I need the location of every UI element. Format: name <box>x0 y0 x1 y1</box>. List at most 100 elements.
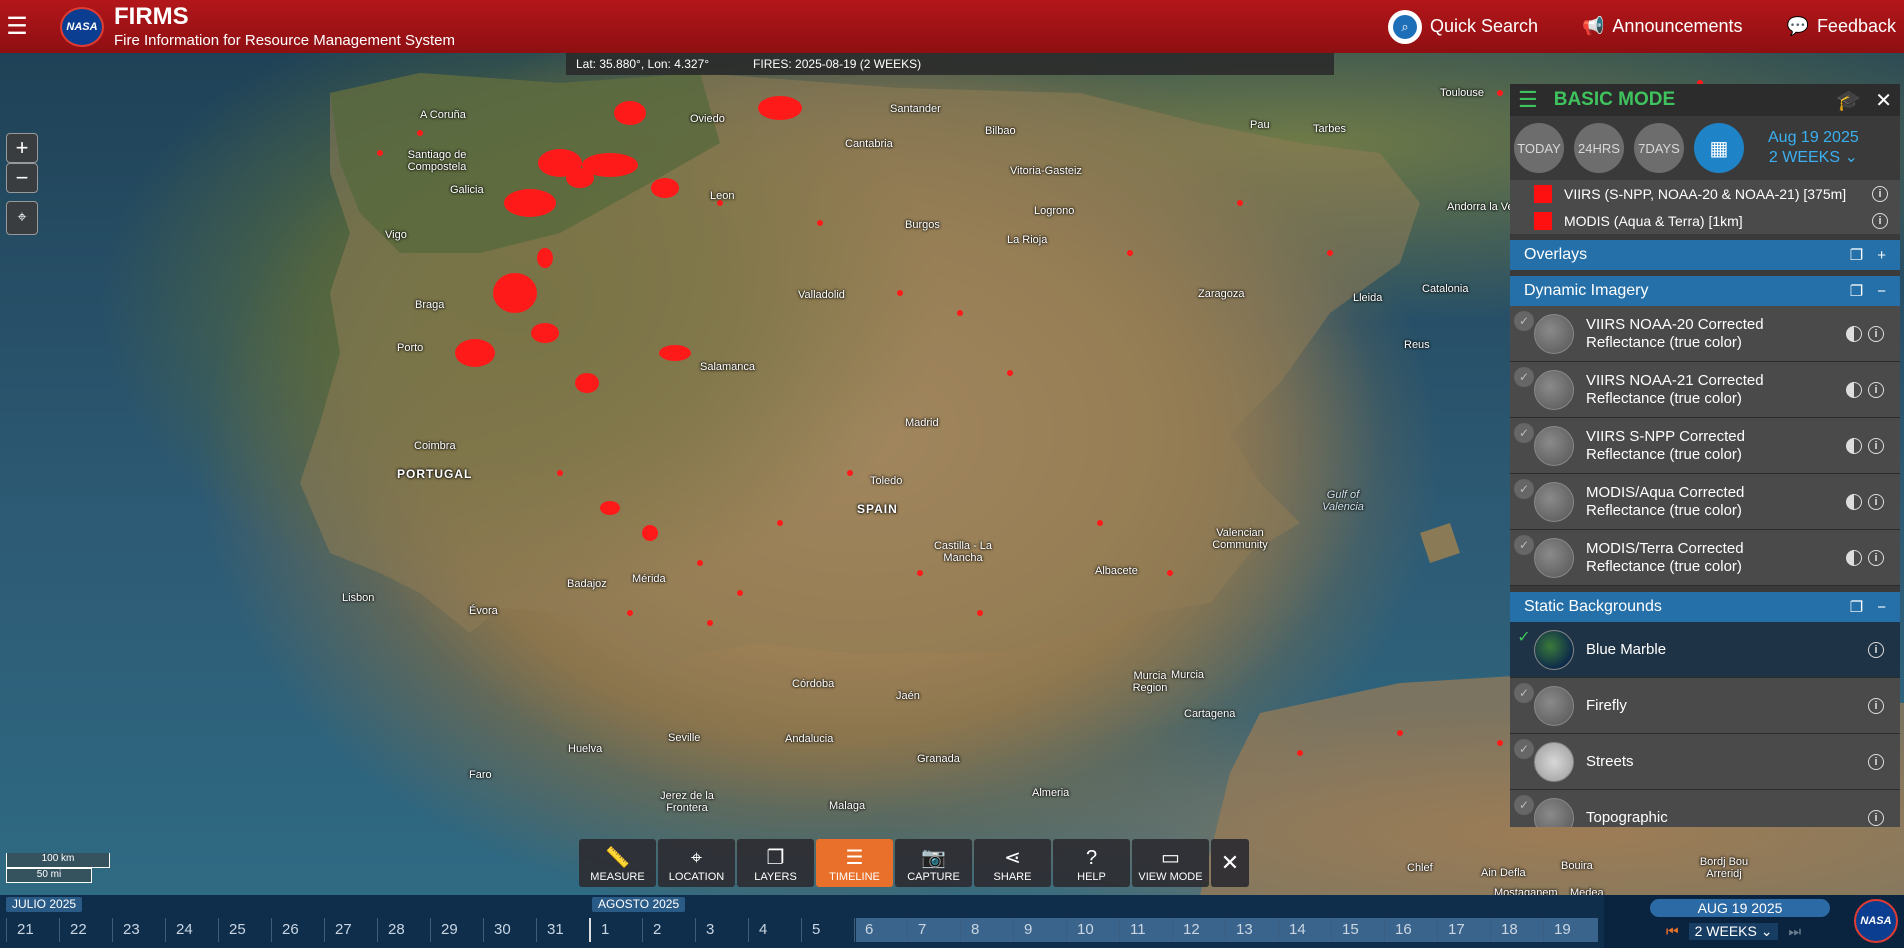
info-icon[interactable]: i <box>1872 185 1888 202</box>
calendar-icon[interactable]: ▦ <box>1694 123 1744 173</box>
next-step-icon[interactable]: ⏭ <box>1788 923 1801 940</box>
timeline-button[interactable]: ☰ TIMELINE <box>816 839 893 887</box>
timeline-day[interactable]: 9 <box>1013 918 1066 942</box>
timeline-day[interactable]: 11 <box>1119 918 1172 942</box>
info-icon[interactable]: i <box>1868 753 1884 770</box>
info-icon[interactable]: i <box>1872 212 1888 229</box>
info-icon[interactable]: i <box>1868 381 1884 398</box>
fire-color-swatch[interactable] <box>1534 184 1552 203</box>
panel-menu-icon[interactable]: ☰ <box>1518 87 1538 113</box>
close-icon[interactable]: ✕ <box>1875 88 1892 113</box>
timeline-day[interactable]: 8 <box>960 918 1013 942</box>
timeline-day[interactable]: 16 <box>1384 918 1437 942</box>
opacity-icon[interactable] <box>1846 325 1862 342</box>
checkbox-icon[interactable]: ✓ <box>1514 683 1534 703</box>
opacity-icon[interactable] <box>1846 549 1862 566</box>
timeline-day[interactable]: 24 <box>165 918 218 942</box>
view-mode-button[interactable]: ▭ VIEW MODE <box>1132 839 1209 887</box>
timeline-day[interactable]: 23 <box>112 918 165 942</box>
timeline-day[interactable]: 26 <box>271 918 324 942</box>
plus-icon[interactable]: + <box>1877 247 1886 264</box>
dynamic-layer-row[interactable]: ✓ MODIS/Terra Corrected Reflectance (true … <box>1510 530 1900 586</box>
copy-icon[interactable]: ❐ <box>1850 246 1863 264</box>
timeline-bar[interactable]: JULIO 2025 AGOSTO 2025 21 22 23 24 25 26 27 28 2… <box>0 895 1904 948</box>
timeline-day[interactable]: 6 <box>854 918 907 942</box>
location-button[interactable]: ⌖ LOCATION <box>658 839 735 887</box>
help-button[interactable]: ? HELP <box>1053 839 1130 887</box>
timeline-day[interactable]: 2 <box>642 918 695 942</box>
24hrs-button[interactable]: 24HRS <box>1574 123 1624 173</box>
dynamic-layer-row[interactable]: ✓ VIIRS NOAA-21 Corrected Reflectance (tru… <box>1510 362 1900 418</box>
minus-icon[interactable]: − <box>1877 599 1886 616</box>
info-icon[interactable]: i <box>1868 437 1884 454</box>
timeline-day[interactable]: 1 <box>589 918 642 942</box>
checkbox-icon[interactable]: ✓ <box>1514 535 1534 555</box>
overlays-section[interactable]: Overlays ❐ + <box>1510 240 1900 270</box>
location-pin-icon[interactable]: ⌖ <box>6 201 38 235</box>
info-icon[interactable]: i <box>1868 325 1884 342</box>
date-selector[interactable]: Aug 19 2025 2 WEEKS ⌄ <box>1768 128 1859 168</box>
today-button[interactable]: TODAY <box>1514 123 1564 173</box>
timeline-day[interactable]: 15 <box>1331 918 1384 942</box>
info-icon[interactable]: i <box>1868 809 1884 826</box>
timeline-day[interactable]: 5 <box>801 918 854 942</box>
fire-color-swatch[interactable] <box>1534 211 1552 230</box>
step-dropdown[interactable]: 2 WEEKS ⌄ <box>1688 923 1779 940</box>
capture-button[interactable]: 📷 CAPTURE <box>895 839 972 887</box>
graduation-cap-icon[interactable]: 🎓 <box>1836 88 1861 113</box>
static-layer-row[interactable]: ✓ Blue Marble i <box>1510 622 1900 678</box>
timeline-day[interactable]: 7 <box>907 918 960 942</box>
dynamic-imagery-section[interactable]: Dynamic Imagery ❐ − <box>1510 276 1900 306</box>
timeline-day[interactable]: 18 <box>1490 918 1543 942</box>
hamburger-menu-icon[interactable]: ☰ <box>0 0 34 53</box>
opacity-icon[interactable] <box>1846 381 1862 398</box>
dynamic-layer-row[interactable]: ✓ VIIRS S-NPP Corrected Reflectance (true … <box>1510 418 1900 474</box>
timeline-day[interactable]: 27 <box>324 918 377 942</box>
fire-layer-row[interactable]: VIIRS (S-NPP, NOAA-20 & NOAA-21) [375m] i <box>1510 180 1900 207</box>
info-icon[interactable]: i <box>1868 697 1884 714</box>
7days-button[interactable]: 7DAYS <box>1634 123 1684 173</box>
static-layer-row[interactable]: ✓ Streets i <box>1510 734 1900 790</box>
static-backgrounds-section[interactable]: Static Backgrounds ❐ − <box>1510 592 1900 622</box>
toolbar-close-icon[interactable]: ✕ <box>1211 839 1249 887</box>
info-icon[interactable]: i <box>1868 641 1884 658</box>
measure-button[interactable]: 📏 MEASURE <box>579 839 656 887</box>
checkbox-icon[interactable]: ✓ <box>1514 423 1534 443</box>
layers-button[interactable]: ❐ LAYERS <box>737 839 814 887</box>
minus-icon[interactable]: − <box>1877 283 1886 300</box>
copy-icon[interactable]: ❐ <box>1850 282 1863 300</box>
info-icon[interactable]: i <box>1868 549 1884 566</box>
static-layer-row[interactable]: ✓ Firefly i <box>1510 678 1900 734</box>
dynamic-layer-row[interactable]: ✓ VIIRS NOAA-20 Corrected Reflectance (tru… <box>1510 306 1900 362</box>
dynamic-layer-row[interactable]: ✓ MODIS/Aqua Corrected Reflectance (true c… <box>1510 474 1900 530</box>
opacity-icon[interactable] <box>1846 493 1862 510</box>
share-button[interactable]: ⋖ SHARE <box>974 839 1051 887</box>
timeline-day[interactable]: 10 <box>1066 918 1119 942</box>
timeline-day[interactable]: 17 <box>1437 918 1490 942</box>
checkbox-icon[interactable]: ✓ <box>1514 311 1534 331</box>
checkbox-icon[interactable]: ✓ <box>1514 367 1534 387</box>
announcements-button[interactable]: 📢 Announcements <box>1582 16 1743 37</box>
zoom-in-button[interactable]: + <box>6 133 38 163</box>
timeline-day[interactable]: 29 <box>430 918 483 942</box>
timeline-day[interactable]: 3 <box>695 918 748 942</box>
checkbox-icon[interactable]: ✓ <box>1514 739 1534 759</box>
timeline-day[interactable]: 21 <box>6 918 59 942</box>
previous-step-icon[interactable]: ⏮ <box>1666 923 1679 940</box>
timeline-day[interactable]: 28 <box>377 918 430 942</box>
static-layer-row[interactable]: ✓ Topographic i <box>1510 790 1900 827</box>
zoom-out-button[interactable]: − <box>6 163 38 193</box>
range-dropdown[interactable]: 2 WEEKS ⌄ <box>1768 148 1859 168</box>
copy-icon[interactable]: ❐ <box>1850 598 1863 616</box>
timeline-day[interactable]: 12 <box>1172 918 1225 942</box>
fire-layer-row[interactable]: MODIS (Aqua & Terra) [1km] i <box>1510 207 1900 234</box>
timeline-selected-date[interactable]: AUG 19 2025 <box>1650 899 1830 917</box>
feedback-button[interactable]: 💬 Feedback <box>1787 16 1896 37</box>
quick-search-button[interactable]: ⌕ Quick Search <box>1387 9 1538 44</box>
timeline-day[interactable]: 22 <box>59 918 112 942</box>
timeline-day[interactable]: 30 <box>483 918 536 942</box>
checkbox-icon[interactable]: ✓ <box>1514 795 1534 815</box>
timeline-day[interactable]: 25 <box>218 918 271 942</box>
timeline-day[interactable]: 31 <box>536 918 589 942</box>
checkbox-icon[interactable]: ✓ <box>1514 627 1534 647</box>
